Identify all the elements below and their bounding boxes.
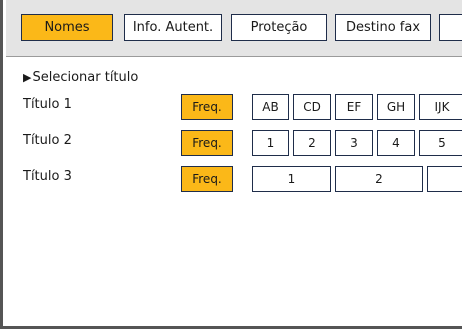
key-ijk[interactable]: IJK bbox=[419, 94, 462, 120]
tab-bar: Nomes Info. Autent. Proteção Destino fax… bbox=[6, 0, 462, 57]
row-label-titulo-3: Título 3 bbox=[23, 169, 72, 184]
row-label-titulo-1: Título 1 bbox=[23, 97, 72, 112]
key-gh[interactable]: GH bbox=[377, 94, 415, 120]
key-2[interactable]: 2 bbox=[293, 130, 331, 156]
key-3-wide[interactable] bbox=[427, 166, 462, 192]
section-heading-label: Selecionar título bbox=[32, 70, 139, 85]
key-1-wide[interactable]: 1 bbox=[252, 166, 331, 192]
address-book-panel: Nomes Info. Autent. Proteção Destino fax… bbox=[0, 0, 462, 329]
freq-button-titulo-1[interactable]: Freq. bbox=[181, 94, 233, 120]
section-heading: ▶Selecionar título bbox=[23, 70, 138, 85]
key-cd[interactable]: CD bbox=[293, 94, 331, 120]
freq-button-titulo-3[interactable]: Freq. bbox=[181, 166, 233, 192]
tab-e[interactable]: E bbox=[439, 14, 462, 41]
key-2-wide[interactable]: 2 bbox=[335, 166, 423, 192]
key-3[interactable]: 3 bbox=[335, 130, 373, 156]
tab-destino-fax[interactable]: Destino fax bbox=[335, 14, 431, 41]
freq-button-titulo-2[interactable]: Freq. bbox=[181, 130, 233, 156]
key-5[interactable]: 5 bbox=[419, 130, 462, 156]
key-1[interactable]: 1 bbox=[252, 130, 289, 156]
key-4[interactable]: 4 bbox=[377, 130, 415, 156]
tab-nomes[interactable]: Nomes bbox=[21, 14, 113, 41]
triangle-right-icon: ▶ bbox=[23, 71, 32, 84]
key-ef[interactable]: EF bbox=[335, 94, 373, 120]
tab-protecao[interactable]: Proteção bbox=[231, 14, 327, 41]
row-label-titulo-2: Título 2 bbox=[23, 133, 72, 148]
tab-info-autent[interactable]: Info. Autent. bbox=[124, 14, 222, 41]
key-ab[interactable]: AB bbox=[252, 94, 289, 120]
